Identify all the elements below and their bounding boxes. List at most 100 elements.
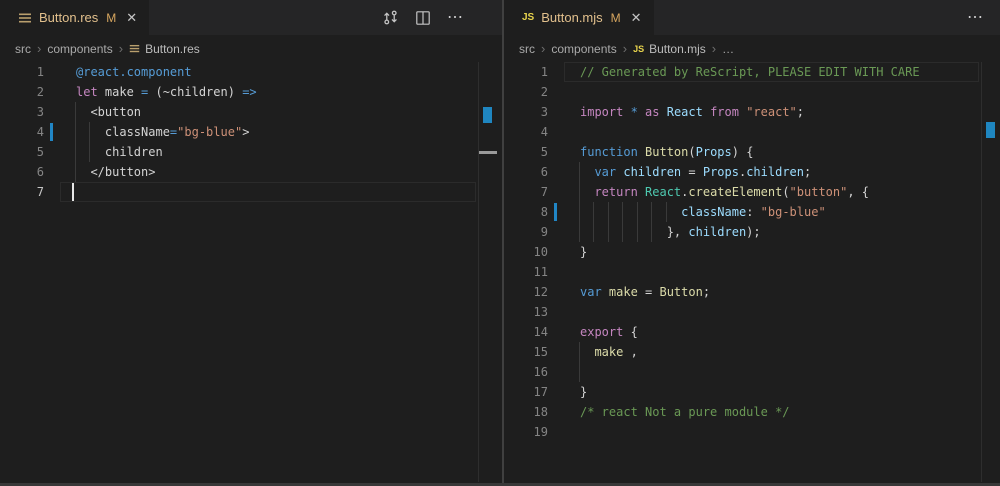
code-line[interactable]: 7 return React.createElement("button", { <box>504 182 1000 202</box>
breadcrumb-components[interactable]: components <box>551 42 616 56</box>
line-number: 6 <box>0 162 44 182</box>
code-line[interactable]: 4 <box>504 122 1000 142</box>
line-number: 2 <box>0 82 44 102</box>
code-line[interactable]: 15 make , <box>504 342 1000 362</box>
breadcrumb-file[interactable]: Button.mjs <box>649 42 706 56</box>
code-line[interactable]: 2 let make = (~children) => <box>0 82 502 102</box>
code-line[interactable]: 9 }, children); <box>504 222 1000 242</box>
close-icon[interactable]: ✕ <box>631 10 642 26</box>
breadcrumb-symbol[interactable]: … <box>722 42 734 56</box>
line-number: 1 <box>0 62 44 82</box>
more-actions-icon[interactable]: ⋯ <box>967 13 984 23</box>
code-line[interactable]: 18 /* react Not a pure module */ <box>504 402 1000 422</box>
line-number: 7 <box>504 182 548 202</box>
code-text: }, children); <box>580 222 761 242</box>
code-line[interactable]: 3 import * as React from "react"; <box>504 102 1000 122</box>
code-text: } <box>580 242 587 262</box>
chevron-right-icon: › <box>541 41 545 56</box>
code-text: var children = Props.children; <box>580 162 811 182</box>
split-editor-icon[interactable] <box>415 10 431 26</box>
editor-pane-right: JS Button.mjs M ✕ ⋯ src › components › J… <box>504 0 1000 486</box>
line-number: 11 <box>504 262 548 282</box>
code-line[interactable]: 4 className="bg-blue"> <box>0 122 502 142</box>
code-line[interactable]: 19 <box>504 422 1000 442</box>
chevron-right-icon: › <box>712 41 716 56</box>
breadcrumb-file[interactable]: Button.res <box>145 42 200 56</box>
breadcrumb-components[interactable]: components <box>47 42 112 56</box>
code-text: let make = (~children) => <box>76 82 257 102</box>
line-number: 4 <box>504 122 548 142</box>
code-line[interactable]: 2 <box>504 82 1000 102</box>
code-text: } <box>580 382 587 402</box>
code-text: // Generated by ReScript, PLEASE EDIT WI… <box>580 62 920 82</box>
line-number: 2 <box>504 82 548 102</box>
more-actions-icon[interactable]: ⋯ <box>447 13 464 23</box>
code-text: children <box>76 142 163 162</box>
js-icon: JS <box>522 12 534 23</box>
code-line[interactable]: 1 @react.component <box>0 62 502 82</box>
code-line[interactable]: 16 <box>504 362 1000 382</box>
code-line[interactable]: 11 <box>504 262 1000 282</box>
code-line[interactable]: 6 var children = Props.children; <box>504 162 1000 182</box>
line-number: 14 <box>504 322 548 342</box>
tab-button-mjs[interactable]: JS Button.mjs M ✕ <box>504 0 654 35</box>
editor-pane-left: Button.res M ✕ <box>0 0 502 486</box>
line-number: 18 <box>504 402 548 422</box>
modified-badge: M <box>106 11 116 25</box>
line-number: 5 <box>504 142 548 162</box>
file-list-icon <box>129 43 140 54</box>
line-number: 19 <box>504 422 548 442</box>
line-number: 3 <box>0 102 44 122</box>
code-text: return React.createElement("button", { <box>580 182 869 202</box>
code-line[interactable]: 10} <box>504 242 1000 262</box>
close-icon[interactable]: ✕ <box>126 10 137 26</box>
line-number: 16 <box>504 362 548 382</box>
line-number: 17 <box>504 382 548 402</box>
text-cursor <box>72 183 74 201</box>
tab-button-res[interactable]: Button.res M ✕ <box>0 0 149 35</box>
code-line[interactable]: 6 </button> <box>0 162 502 182</box>
code-line[interactable]: 5 children <box>0 142 502 162</box>
code-line[interactable]: 7 <box>0 182 502 202</box>
code-text: /* react Not a pure module */ <box>580 402 790 422</box>
line-number: 7 <box>0 182 44 202</box>
tab-bar-left: Button.res M ✕ <box>0 0 502 35</box>
chevron-right-icon: › <box>37 41 41 56</box>
code-text: className="bg-blue"> <box>76 122 249 142</box>
code-text: export { <box>580 322 638 342</box>
code-line[interactable]: 14 export { <box>504 322 1000 342</box>
tab-title: Button.mjs <box>541 10 602 25</box>
code-line[interactable]: 8 className: "bg-blue" <box>504 202 1000 222</box>
code-line[interactable]: 5 function Button(Props) { <box>504 142 1000 162</box>
line-number: 5 <box>0 142 44 162</box>
code-text: var make = Button; <box>580 282 710 302</box>
code-editor-right[interactable]: 1// Generated by ReScript, PLEASE EDIT W… <box>504 62 1000 486</box>
code-text: import * as React from "react"; <box>580 102 804 122</box>
breadcrumb-src[interactable]: src <box>15 42 31 56</box>
breadcrumb: src › components › Button.res <box>0 35 502 62</box>
code-line[interactable]: 12 var make = Button; <box>504 282 1000 302</box>
chevron-right-icon: › <box>623 41 627 56</box>
code-line[interactable]: 1// Generated by ReScript, PLEASE EDIT W… <box>504 62 1000 82</box>
code-line[interactable]: 3 <button <box>0 102 502 122</box>
overview-cursor-marker <box>479 151 497 154</box>
line-number: 10 <box>504 242 548 262</box>
tab-bar-right: JS Button.mjs M ✕ ⋯ <box>504 0 1000 35</box>
code-text: className: "bg-blue" <box>580 202 826 222</box>
breadcrumb-src[interactable]: src <box>519 42 535 56</box>
overview-modified-marker <box>986 122 995 138</box>
code-text: function Button(Props) { <box>580 142 753 162</box>
chevron-right-icon: › <box>119 41 123 56</box>
js-icon: JS <box>633 44 644 54</box>
open-changes-icon[interactable] <box>382 9 399 26</box>
code-line[interactable]: 13 <box>504 302 1000 322</box>
line-number: 3 <box>504 102 548 122</box>
code-editor-left[interactable]: 1 @react.component 2 let make = (~children)… <box>0 62 502 486</box>
modified-badge: M <box>611 11 621 25</box>
vscode-window: Button.res M ✕ <box>0 0 1000 486</box>
code-line[interactable]: 17} <box>504 382 1000 402</box>
gutter-modified-marker <box>50 123 53 141</box>
line-number: 15 <box>504 342 548 362</box>
line-number: 12 <box>504 282 548 302</box>
code-text: @react.component <box>76 62 192 82</box>
